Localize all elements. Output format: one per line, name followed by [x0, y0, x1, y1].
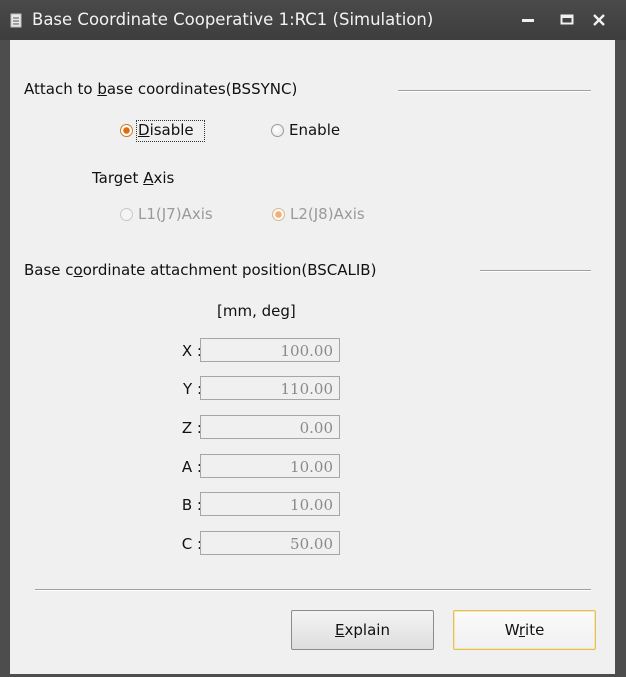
close-icon[interactable] [588, 10, 610, 30]
c-field[interactable]: 50.00 [200, 531, 340, 555]
attach-group-heading: Attach to base coordinates(BSSYNC) [24, 80, 298, 98]
target-axis-label: Target Axis [92, 169, 175, 187]
units-label: [mm, deg] [217, 302, 296, 320]
z-field[interactable]: 0.00 [200, 415, 340, 439]
enable-radio-label[interactable]: Enable [289, 121, 340, 139]
l2-axis-radio[interactable] [272, 208, 285, 221]
disable-radio[interactable] [120, 124, 133, 137]
position-group-heading: Base coordinate attachment position(BSCA… [24, 261, 377, 279]
title-bar[interactable]: Base Coordinate Cooperative 1:RC1 (Simul… [0, 0, 626, 40]
y-label: Y : [183, 380, 202, 398]
enable-radio[interactable] [271, 124, 284, 137]
bottom-separator [35, 589, 591, 591]
write-button[interactable]: Write [453, 610, 596, 650]
b-field[interactable]: 10.00 [200, 492, 340, 516]
x-field[interactable]: 100.00 [200, 338, 340, 362]
group-separator [480, 270, 591, 272]
minimize-icon[interactable] [517, 10, 539, 30]
l1-axis-radio[interactable] [120, 208, 133, 221]
b-label: B : [181, 496, 202, 514]
window-title: Base Coordinate Cooperative 1:RC1 (Simul… [32, 10, 434, 29]
disable-radio-label[interactable]: Disable [138, 121, 194, 139]
z-label: Z : [181, 419, 202, 437]
l1-axis-radio-label[interactable]: L1(J7)Axis [138, 205, 213, 223]
l2-axis-radio-label[interactable]: L2(J8)Axis [290, 205, 365, 223]
y-field[interactable]: 110.00 [200, 376, 340, 400]
c-label: C : [181, 535, 202, 553]
dialog-client-area: Attach to base coordinates(BSSYNC) Disab… [10, 40, 615, 674]
x-label: X : [181, 342, 202, 360]
group-separator [398, 90, 591, 92]
dialog-window: Base Coordinate Cooperative 1:RC1 (Simul… [0, 0, 626, 677]
explain-button[interactable]: Explain [291, 610, 434, 650]
a-label: A : [181, 458, 202, 476]
document-icon [10, 13, 22, 28]
maximize-icon[interactable] [556, 10, 578, 30]
a-field[interactable]: 10.00 [200, 454, 340, 478]
